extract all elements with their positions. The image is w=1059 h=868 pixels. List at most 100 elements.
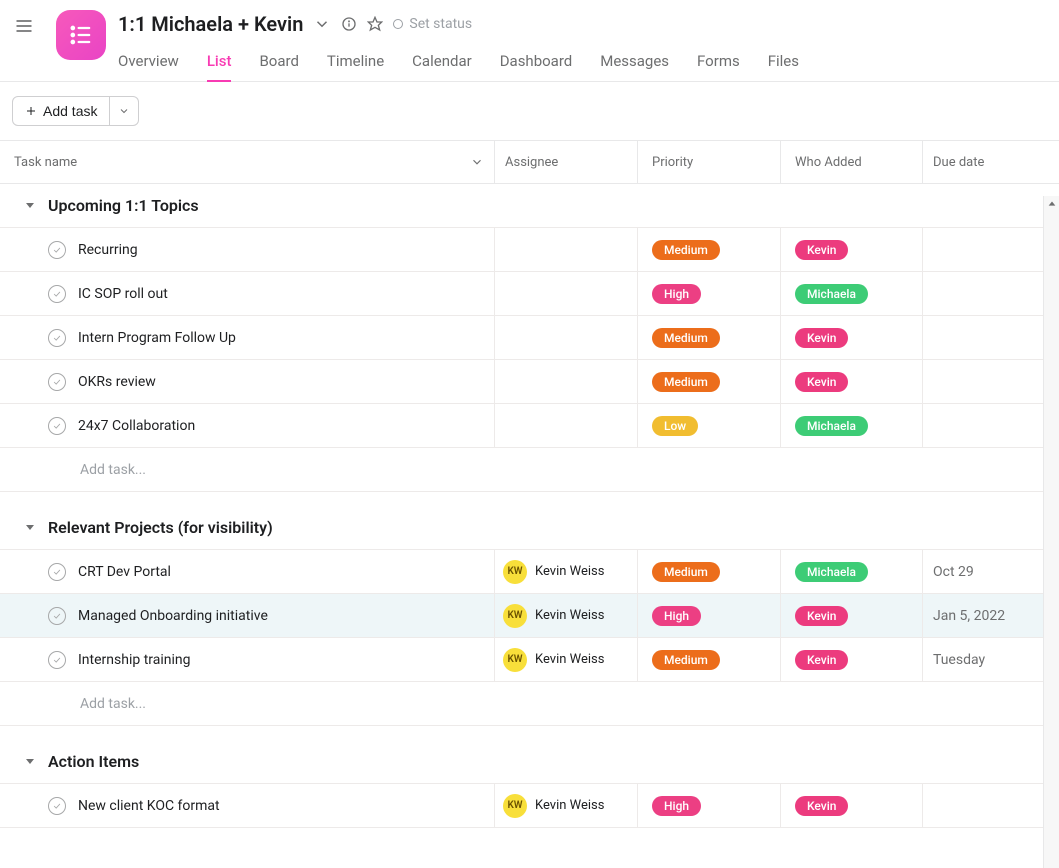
assignee-avatar[interactable]: KW bbox=[503, 794, 527, 818]
complete-check-icon[interactable] bbox=[48, 417, 66, 435]
tab-timeline[interactable]: Timeline bbox=[327, 52, 384, 82]
task-row[interactable]: New client KOC format KW Kevin Weiss High Ke… bbox=[0, 784, 1059, 828]
who-added-pill[interactable]: Michaela bbox=[795, 284, 868, 304]
complete-check-icon[interactable] bbox=[48, 797, 66, 815]
assignee-avatar[interactable]: KW bbox=[503, 648, 527, 672]
column-who-added[interactable]: Who Added bbox=[795, 155, 862, 170]
complete-check-icon[interactable] bbox=[48, 373, 66, 391]
section-title: Upcoming 1:1 Topics bbox=[48, 196, 199, 215]
who-added-pill[interactable]: Kevin bbox=[795, 372, 848, 392]
due-date-cell[interactable] bbox=[923, 784, 1059, 827]
title-chevron-down-icon[interactable] bbox=[313, 15, 331, 33]
complete-check-icon[interactable] bbox=[48, 285, 66, 303]
due-date-cell[interactable] bbox=[923, 360, 1059, 403]
add-task-label: Add task bbox=[43, 103, 97, 119]
priority-pill[interactable]: Medium bbox=[652, 240, 720, 260]
priority-pill[interactable]: High bbox=[652, 796, 701, 816]
add-task-inline[interactable]: Add task... bbox=[0, 682, 1059, 726]
task-title: Recurring bbox=[78, 242, 138, 258]
tab-forms[interactable]: Forms bbox=[697, 52, 740, 82]
priority-pill[interactable]: Low bbox=[652, 416, 698, 436]
set-status-label: Set status bbox=[409, 16, 472, 32]
priority-pill[interactable]: High bbox=[652, 606, 701, 626]
task-row[interactable]: CRT Dev Portal KW Kevin Weiss Medium Michael… bbox=[0, 550, 1059, 594]
task-title: Internship training bbox=[78, 652, 191, 668]
assignee-name: Kevin Weiss bbox=[535, 798, 604, 813]
tab-messages[interactable]: Messages bbox=[600, 52, 669, 82]
priority-pill[interactable]: High bbox=[652, 284, 701, 304]
task-row[interactable]: 24x7 Collaboration Low Michaela bbox=[0, 404, 1059, 448]
due-date-cell[interactable] bbox=[923, 316, 1059, 359]
task-title: New client KOC format bbox=[78, 798, 220, 814]
assignee-name: Kevin Weiss bbox=[535, 608, 604, 623]
task-row[interactable]: Recurring Medium Kevin bbox=[0, 228, 1059, 272]
task-row[interactable]: Internship training KW Kevin Weiss Medium Ke… bbox=[0, 638, 1059, 682]
add-task-inline[interactable]: Add task... bbox=[0, 448, 1059, 492]
who-added-pill[interactable]: Michaela bbox=[795, 416, 868, 436]
section-title: Action Items bbox=[48, 752, 139, 771]
page-title[interactable]: 1:1 Michaela + Kevin bbox=[118, 12, 303, 36]
complete-check-icon[interactable] bbox=[48, 563, 66, 581]
section-header[interactable]: Relevant Projects (for visibility) bbox=[0, 506, 1059, 550]
star-icon[interactable] bbox=[367, 16, 383, 32]
project-icon bbox=[56, 10, 106, 60]
tab-files[interactable]: Files bbox=[768, 52, 799, 82]
task-row[interactable]: IC SOP roll out High Michaela bbox=[0, 272, 1059, 316]
status-dot-icon bbox=[393, 19, 403, 29]
column-priority[interactable]: Priority bbox=[652, 155, 693, 170]
who-added-pill[interactable]: Kevin bbox=[795, 650, 848, 670]
column-due-date[interactable]: Due date bbox=[933, 155, 984, 170]
complete-check-icon[interactable] bbox=[48, 329, 66, 347]
collapse-caret-icon bbox=[24, 518, 36, 537]
assignee-name: Kevin Weiss bbox=[535, 652, 604, 667]
set-status-button[interactable]: Set status bbox=[393, 16, 472, 32]
who-added-pill[interactable]: Kevin bbox=[795, 328, 848, 348]
add-task-button[interactable]: Add task bbox=[12, 96, 110, 126]
vertical-scrollbar[interactable] bbox=[1043, 196, 1059, 868]
section-title: Relevant Projects (for visibility) bbox=[48, 518, 273, 537]
who-added-pill[interactable]: Kevin bbox=[795, 606, 848, 626]
who-added-pill[interactable]: Kevin bbox=[795, 796, 848, 816]
task-title: Managed Onboarding initiative bbox=[78, 608, 268, 624]
assignee-name: Kevin Weiss bbox=[535, 564, 604, 579]
section-header[interactable]: Upcoming 1:1 Topics bbox=[0, 184, 1059, 228]
priority-pill[interactable]: Medium bbox=[652, 562, 720, 582]
priority-pill[interactable]: Medium bbox=[652, 372, 720, 392]
complete-check-icon[interactable] bbox=[48, 651, 66, 669]
tab-calendar[interactable]: Calendar bbox=[412, 52, 472, 82]
column-assignee[interactable]: Assignee bbox=[505, 155, 558, 170]
complete-check-icon[interactable] bbox=[48, 607, 66, 625]
due-date-cell[interactable]: Tuesday bbox=[923, 638, 1059, 681]
task-row[interactable]: Intern Program Follow UpMediumKevin bbox=[0, 316, 1059, 360]
section-header[interactable]: Action Items bbox=[0, 740, 1059, 784]
priority-pill[interactable]: Medium bbox=[652, 328, 720, 348]
task-column-chevron-icon[interactable] bbox=[470, 155, 484, 169]
who-added-pill[interactable]: Kevin bbox=[795, 240, 848, 260]
due-date-cell[interactable]: Jan 5, 2022 bbox=[923, 594, 1059, 637]
due-date-cell[interactable] bbox=[923, 404, 1059, 447]
due-date-cell[interactable]: Oct 29 bbox=[923, 550, 1059, 593]
task-row[interactable]: Managed Onboarding initiative KW Kevin Wei… bbox=[0, 594, 1059, 638]
scroll-up-icon[interactable] bbox=[1044, 196, 1059, 212]
collapse-caret-icon bbox=[24, 752, 36, 771]
task-title: OKRs review bbox=[78, 374, 156, 390]
tab-dashboard[interactable]: Dashboard bbox=[500, 52, 573, 82]
tab-overview[interactable]: Overview bbox=[118, 52, 179, 82]
assignee-avatar[interactable]: KW bbox=[503, 560, 527, 584]
task-title: 24x7 Collaboration bbox=[78, 418, 195, 434]
due-date-cell[interactable] bbox=[923, 272, 1059, 315]
column-task-name[interactable]: Task name bbox=[14, 155, 77, 170]
assignee-avatar[interactable]: KW bbox=[503, 604, 527, 628]
menu-toggle[interactable] bbox=[10, 12, 38, 40]
complete-check-icon[interactable] bbox=[48, 241, 66, 259]
task-row[interactable]: OKRs review Medium Kevin bbox=[0, 360, 1059, 404]
priority-pill[interactable]: Medium bbox=[652, 650, 720, 670]
add-task-dropdown[interactable] bbox=[110, 96, 139, 126]
tab-list[interactable]: List bbox=[207, 52, 232, 82]
due-date-cell[interactable] bbox=[923, 228, 1059, 271]
who-added-pill[interactable]: Michaela bbox=[795, 562, 868, 582]
task-title: CRT Dev Portal bbox=[78, 564, 171, 580]
info-icon[interactable] bbox=[341, 16, 357, 32]
task-title: IC SOP roll out bbox=[78, 286, 168, 302]
tab-board[interactable]: Board bbox=[259, 52, 298, 82]
